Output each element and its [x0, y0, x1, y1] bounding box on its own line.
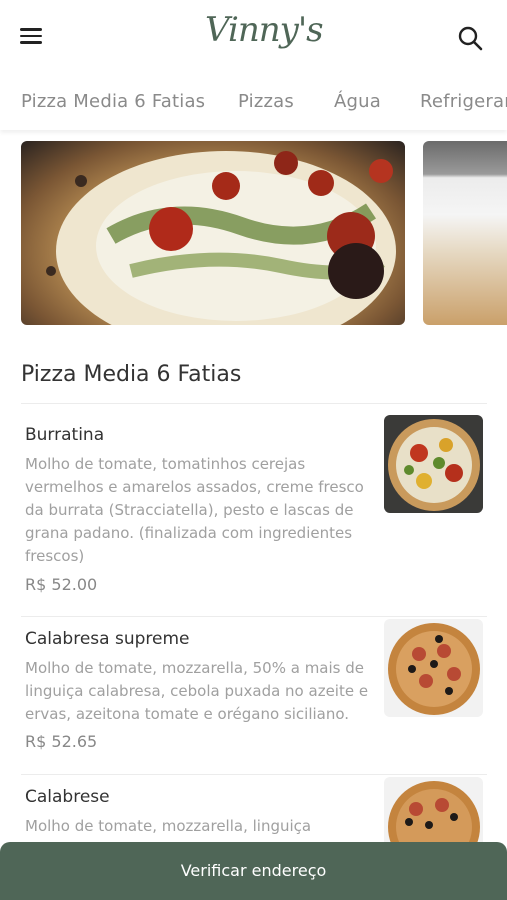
- item-divider: [21, 616, 487, 617]
- hamburger-menu-icon[interactable]: [20, 24, 50, 50]
- item-thumbnail: [384, 619, 483, 717]
- brand-logo: Vinny's: [205, 8, 324, 70]
- item-thumbnail: [384, 415, 483, 513]
- tab-pizzas[interactable]: Pizzas: [238, 91, 294, 112]
- item-description: Molho de tomate, mozzarella, 50% a mais …: [25, 659, 369, 723]
- item-name: Calabresa supreme: [25, 629, 190, 649]
- section-title: Pizza Media 6 Fatias: [21, 362, 242, 387]
- logo-wordmark: Vinny's: [205, 10, 324, 50]
- menu-item-calabrese[interactable]: Calabrese Molho de tomate, mozzarella, l…: [21, 777, 487, 875]
- item-description: Molho de tomate, tomatinhos cerejas verm…: [25, 455, 364, 565]
- menu-item-calabresa-supreme[interactable]: Calabresa supreme Molho de tomate, mozza…: [21, 619, 487, 759]
- promo-banner-secondary[interactable]: [423, 141, 507, 325]
- category-tabs: Pizza Media 6 Fatias Pizzas Água Refrige…: [0, 72, 507, 130]
- item-price: R$ 52.00: [25, 575, 98, 594]
- search-icon[interactable]: [456, 24, 484, 52]
- promo-banner-pizza[interactable]: [21, 141, 405, 325]
- section-divider: [21, 403, 487, 404]
- verify-address-label: Verificar endereço: [180, 861, 327, 880]
- item-price: R$ 52.65: [25, 732, 98, 751]
- menu-item-burratina[interactable]: Burratina Molho de tomate, tomatinhos ce…: [21, 415, 487, 605]
- item-name: Burratina: [25, 425, 105, 445]
- tab-pizza-media-6-fatias[interactable]: Pizza Media 6 Fatias: [21, 91, 205, 112]
- tab-refrigerantes[interactable]: Refrigerantes: [420, 91, 507, 112]
- verify-address-button[interactable]: Verificar endereço: [0, 842, 507, 900]
- item-name: Calabrese: [25, 787, 110, 807]
- tab-agua[interactable]: Água: [334, 91, 381, 112]
- app-header: Vinny's: [0, 0, 507, 72]
- item-divider: [21, 774, 487, 775]
